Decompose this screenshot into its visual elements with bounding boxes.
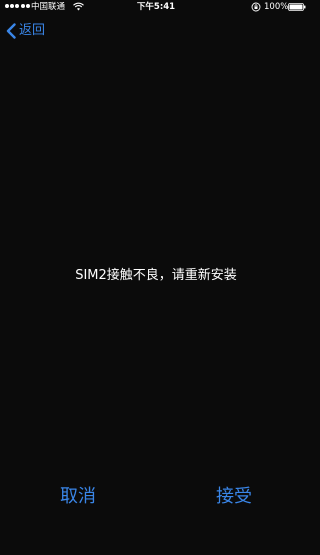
screen: 中国联通 下午5:41 100% 返回 SIM2接触不良，请重新安装 取消 接受: [0, 0, 312, 555]
chevron-left-icon: [6, 23, 16, 39]
back-button[interactable]: 返回: [6, 22, 45, 40]
status-bar: 中国联通 下午5:41 100%: [0, 0, 312, 14]
error-message: SIM2接触不良，请重新安装: [75, 268, 237, 283]
cancel-button[interactable]: 取消: [38, 484, 118, 510]
accept-button[interactable]: 接受: [194, 484, 274, 510]
battery-percent: 100%: [264, 2, 289, 12]
orientation-lock-icon: [251, 2, 261, 12]
battery-icon: [288, 3, 306, 11]
back-label: 返回: [19, 23, 46, 38]
